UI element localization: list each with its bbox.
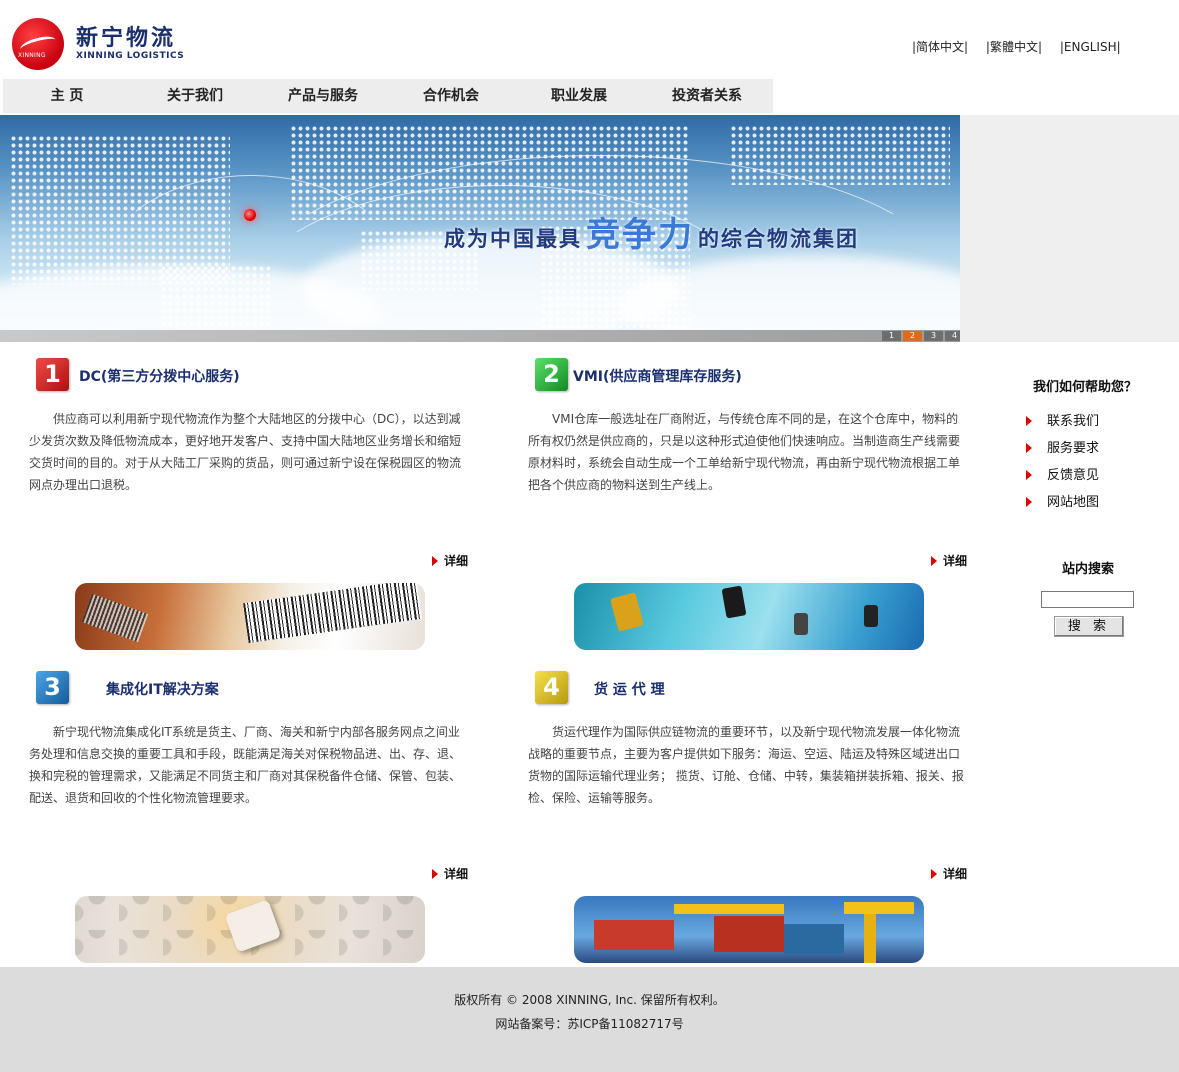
arrow-right-icon: [432, 556, 438, 566]
slogan-highlight: 竞争力: [586, 215, 694, 255]
arrow-right-icon: [1026, 470, 1032, 480]
pager-4[interactable]: 4: [945, 331, 960, 341]
help-sitemap-link[interactable]: 网站地图: [1026, 491, 1099, 510]
footer-copyright: 版权所有 © 2008 XINNING, Inc. 保留所有权利。: [454, 993, 725, 1007]
help-service-link[interactable]: 服务要求: [1026, 437, 1099, 456]
more-label: 详细: [943, 867, 968, 881]
site-logo[interactable]: XINNING 新宁物流 XINNING LOGISTICS: [12, 18, 187, 70]
nav-products[interactable]: 产品与服务: [259, 79, 387, 113]
help-contact-link[interactable]: 联系我们: [1026, 410, 1099, 429]
help-item-label: 服务要求: [1047, 441, 1100, 456]
section-4-body: 货运代理作为国际供应链物流的重要环节，以及新宁现代物流发展一体化物流战略的重要节…: [528, 725, 964, 805]
section-1-number-badge: 1: [36, 358, 69, 391]
section-3-more-link[interactable]: 详细: [432, 865, 468, 882]
slogan-post: 的综合物流集团: [698, 226, 859, 251]
help-item-label: 联系我们: [1047, 414, 1100, 429]
nav-careers[interactable]: 职业发展: [515, 79, 643, 113]
footer-icp[interactable]: 网站备案号：苏ICP备11082717号: [0, 1015, 1179, 1032]
page-footer: 版权所有 © 2008 XINNING, Inc. 保留所有权利。 网站备案号：…: [0, 967, 1179, 1072]
logo-emblem-text: XINNING: [18, 52, 46, 59]
nav-investors[interactable]: 投资者关系: [643, 79, 771, 113]
banner-side-panel: [960, 115, 1179, 342]
section-4-title: 货 运 代 理: [594, 682, 665, 698]
lang-english-link[interactable]: |ENGLISH|: [1060, 40, 1121, 54]
language-switcher: |简体中文| |繁體中文| |ENGLISH|: [912, 38, 1135, 55]
arrow-right-icon: [1026, 416, 1032, 426]
arrow-right-icon: [931, 556, 937, 566]
banner-slogan: 成为中国最具 竞争力 的综合物流集团: [444, 207, 859, 256]
section-2-title: VMI(供应商管理库存服务): [573, 369, 742, 385]
pager-3[interactable]: 3: [924, 331, 943, 341]
hero-banner: 成为中国最具 竞争力 的综合物流集团 1 2 3 4: [0, 115, 960, 342]
more-label: 详细: [444, 867, 469, 881]
main-nav: 主 页 关于我们 产品与服务 合作机会 职业发展 投资者关系: [3, 79, 773, 113]
site-search-input[interactable]: [1041, 591, 1134, 608]
more-label: 详细: [444, 554, 469, 568]
section-4-number-badge: 4: [535, 671, 568, 704]
location-marker-icon: [244, 209, 256, 221]
help-item-label: 反馈意见: [1047, 468, 1100, 483]
section-2-more-link[interactable]: 详细: [931, 552, 967, 569]
arrow-right-icon: [1026, 497, 1032, 507]
brand-name-en: XINNING LOGISTICS: [76, 51, 185, 61]
lang-simplified-link[interactable]: |简体中文|: [912, 40, 968, 54]
section-3-title: 集成化IT解决方案: [106, 682, 219, 698]
banner-pager-bar: [0, 330, 960, 342]
arrow-right-icon: [931, 869, 937, 879]
electronics-photo: [574, 583, 924, 650]
nav-home[interactable]: 主 页: [3, 79, 131, 113]
lang-traditional-link[interactable]: |繁體中文|: [986, 40, 1042, 54]
slogan-pre: 成为中国最具: [444, 226, 582, 251]
section-4-more-link[interactable]: 详细: [931, 865, 967, 882]
help-item-label: 网站地图: [1047, 495, 1100, 510]
puzzle-photo: [75, 896, 425, 963]
section-1-title: DC(第三方分拨中心服务): [79, 369, 240, 385]
brand-name-cn: 新宁物流: [76, 25, 177, 51]
container-port-photo: [574, 896, 924, 963]
help-title: 我们如何帮助您？: [1033, 380, 1138, 395]
site-search-title: 站内搜索: [1062, 562, 1115, 577]
section-3-number-badge: 3: [36, 671, 69, 704]
arrow-right-icon: [1026, 443, 1032, 453]
barcode-photo: [75, 583, 425, 650]
section-1-more-link[interactable]: 详细: [432, 552, 468, 569]
section-2-body: VMI仓库一般选址在厂商附近，与传统仓库不同的是，在这个仓库中，物料的所有权仍然…: [528, 412, 961, 492]
site-search-button[interactable]: 搜 索: [1054, 616, 1124, 637]
help-feedback-link[interactable]: 反馈意见: [1026, 464, 1099, 483]
pager-2[interactable]: 2: [903, 331, 922, 341]
more-label: 详细: [943, 554, 968, 568]
nav-about[interactable]: 关于我们: [131, 79, 259, 113]
nav-cooperation[interactable]: 合作机会: [387, 79, 515, 113]
pager-1[interactable]: 1: [882, 331, 901, 341]
section-1-body: 供应商可以利用新宁现代物流作为整个大陆地区的分拨中心（DC），以达到减少发货次数…: [29, 412, 462, 492]
arrow-right-icon: [432, 869, 438, 879]
banner-pager: 1 2 3 4: [880, 331, 960, 341]
section-3-body: 新宁现代物流集成化IT系统是货主、厂商、海关和新宁内部各服务网点之间业务处理和信…: [29, 725, 462, 805]
section-2-number-badge: 2: [535, 358, 568, 391]
logo-emblem-icon: XINNING: [12, 18, 64, 70]
